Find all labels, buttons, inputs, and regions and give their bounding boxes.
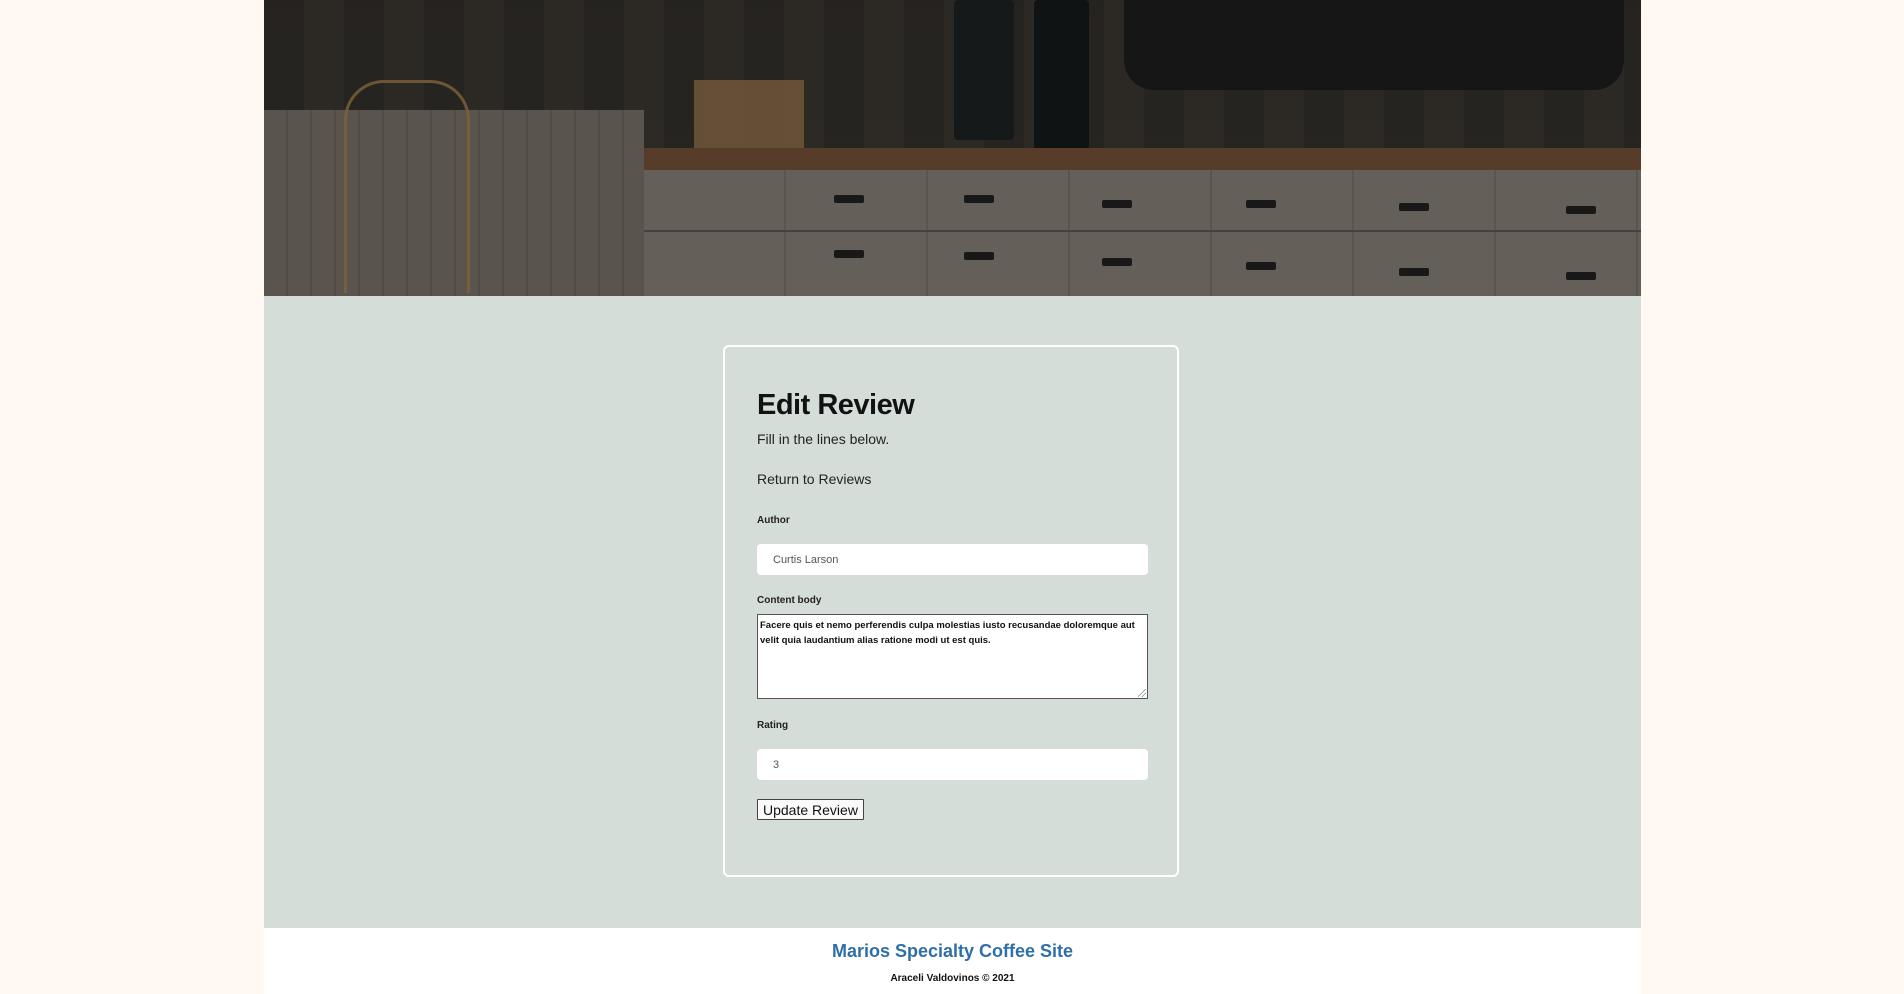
author-value: Curtis Larson xyxy=(773,553,839,566)
hero-image xyxy=(264,0,1641,296)
footer-copyright: Araceli Valdovinos © 2021 xyxy=(890,973,1015,984)
author-label: Author xyxy=(757,515,790,526)
rating-value: 3 xyxy=(773,758,780,771)
author-field[interactable]: Curtis Larson xyxy=(757,544,1148,575)
content-body-label: Content body xyxy=(757,595,822,606)
resize-handle-icon[interactable] xyxy=(1138,689,1146,697)
page-title: Edit Review xyxy=(757,389,915,421)
edit-review-form: Edit Review Fill in the lines below. Ret… xyxy=(723,345,1179,877)
return-to-reviews-link[interactable]: Return to Reviews xyxy=(757,471,871,487)
footer: Marios Specialty Coffee Site Araceli Val… xyxy=(264,928,1641,994)
page: Edit Review Fill in the lines below. Ret… xyxy=(264,0,1641,994)
rating-field[interactable]: 3 xyxy=(757,749,1148,780)
content-body-textarea[interactable]: Facere quis et nemo perferendis culpa mo… xyxy=(757,614,1148,699)
update-review-button[interactable]: Update Review xyxy=(757,799,864,820)
main-section: Edit Review Fill in the lines below. Ret… xyxy=(264,296,1641,928)
footer-brand-link[interactable]: Marios Specialty Coffee Site xyxy=(264,941,1641,962)
rating-label: Rating xyxy=(757,720,789,731)
form-instructions: Fill in the lines below. xyxy=(757,431,890,447)
content-body-value: Facere quis et nemo perferendis culpa mo… xyxy=(760,620,1135,646)
